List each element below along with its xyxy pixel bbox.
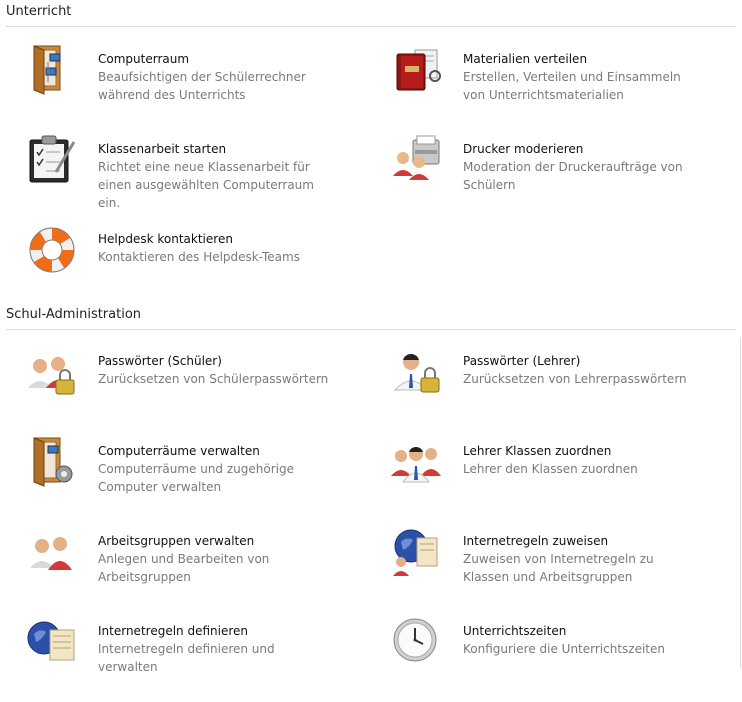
teacher-lock-icon — [393, 353, 440, 393]
book-icon — [396, 49, 441, 91]
module-title: Materialien verteilen — [463, 52, 588, 66]
module-description: Internetregeln definieren und verwalten — [98, 642, 275, 674]
module-internetregeln-definieren[interactable]: Internetregeln definieren Internetregeln… — [26, 621, 386, 702]
module-title: Lehrer Klassen zuordnen — [463, 444, 612, 458]
module-description: Zuweisen von Internetregeln zu Klassen u… — [463, 552, 654, 584]
section-divider — [6, 329, 736, 330]
module-description: Konfiguriere die Unterrichtszeiten — [463, 642, 666, 656]
lifebuoy-icon — [29, 227, 75, 273]
clipboard-icon — [29, 135, 76, 183]
section-title: Unterricht — [6, 4, 72, 19]
module-title: Drucker moderieren — [463, 142, 584, 156]
students-lock-icon — [28, 357, 75, 395]
module-description: Zurücksetzen von Schülerpasswörtern — [98, 372, 329, 386]
module-computerraum[interactable]: Computerraum Beaufsichtigen der Schülerr… — [26, 45, 386, 130]
module-computerraeume-verwalten[interactable]: Computerräume verwalten Computerräume un… — [26, 437, 386, 522]
module-title: Internetregeln definieren — [98, 624, 248, 638]
module-description: Kontaktieren des Helpdesk-Teams — [98, 250, 300, 264]
module-klassenarbeit-starten[interactable]: Klassenarbeit starten Richtet eine neue … — [26, 135, 386, 220]
module-unterrichtszeiten[interactable]: Unterrichtszeiten Konfiguriere die Unter… — [391, 618, 742, 702]
module-description: Computerräume und zugehörige Computer ve… — [98, 462, 294, 494]
module-description: Richtet eine neue Klassenarbeit für eine… — [98, 160, 314, 210]
module-description: Moderation der Druckeraufträge von Schül… — [463, 160, 683, 192]
module-description: Erstellen, Verteilen und Einsammeln von … — [463, 70, 681, 102]
module-lehrer-klassen-zuordnen[interactable]: Lehrer Klassen zuordnen Lehrer den Klass… — [391, 442, 742, 522]
workgroup-icon — [30, 537, 72, 570]
module-helpdesk-kontaktieren[interactable]: Helpdesk kontaktieren Kontaktieren des H… — [26, 227, 386, 310]
printer-users-icon — [393, 135, 440, 180]
module-title: Arbeitsgruppen verwalten — [98, 534, 255, 548]
door-computer-icon — [33, 45, 61, 95]
module-description: Beaufsichtigen der Schülerrechner währen… — [98, 70, 306, 102]
teacher-group-icon — [391, 446, 441, 483]
module-description: Zurücksetzen von Lehrerpasswörtern — [463, 372, 687, 386]
module-description: Anlegen und Bearbeiten von Arbeitsgruppe… — [98, 552, 270, 584]
section-unterricht: Unterricht Computerraum Beaufsichtigen d… — [0, 0, 742, 300]
globe-scroll-users-icon — [393, 529, 438, 576]
module-materialien-verteilen[interactable]: Materialien verteilen Erstellen, Verteil… — [391, 49, 742, 130]
module-title: Computerraum — [98, 52, 190, 66]
module-title: Computerräume verwalten — [98, 444, 260, 458]
module-title: Unterrichtszeiten — [463, 624, 567, 638]
globe-scroll-icon — [27, 621, 75, 661]
section-divider — [6, 26, 736, 27]
section-schul-administration: Schul-Administration Passwörter (Schüler… — [0, 302, 742, 681]
section-title: Schul-Administration — [6, 307, 142, 322]
module-arbeitsgruppen-verwalten[interactable]: Arbeitsgruppen verwalten Anlegen und Bea… — [26, 532, 386, 612]
module-title: Internetregeln zuweisen — [463, 534, 609, 548]
module-title: Passwörter (Lehrer) — [463, 354, 581, 368]
door-gear-icon — [33, 437, 73, 487]
module-passwoerter-lehrer[interactable]: Passwörter (Lehrer) Zurücksetzen von Leh… — [391, 352, 742, 432]
module-passwoerter-schueler[interactable]: Passwörter (Schüler) Zurücksetzen von Sc… — [26, 352, 386, 432]
clock-icon — [393, 618, 437, 662]
module-title: Helpdesk kontaktieren — [98, 232, 233, 246]
module-drucker-moderieren[interactable]: Drucker moderieren Moderation der Drucke… — [391, 135, 742, 220]
module-internetregeln-zuweisen[interactable]: Internetregeln zuweisen Zuweisen von Int… — [391, 529, 742, 612]
module-title: Passwörter (Schüler) — [98, 354, 222, 368]
module-title: Klassenarbeit starten — [98, 142, 227, 156]
module-description: Lehrer den Klassen zuordnen — [463, 462, 638, 476]
